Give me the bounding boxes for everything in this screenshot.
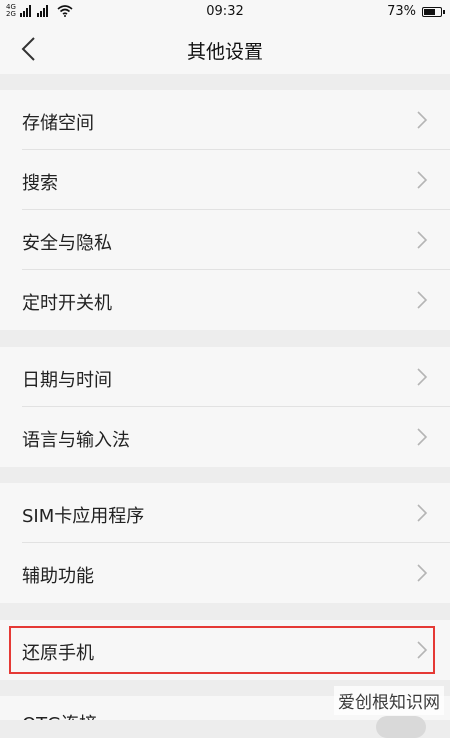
chevron-right-icon: [417, 564, 428, 582]
chevron-right-icon: [417, 504, 428, 522]
setting-label: 存储空间: [22, 113, 94, 134]
setting-label: 语言与输入法: [22, 430, 130, 451]
setting-row-date-time[interactable]: 日期与时间: [0, 347, 450, 407]
settings-group-datetime: 日期与时间 语言与输入法: [0, 347, 450, 467]
setting-row-storage[interactable]: 存储空间: [0, 90, 450, 150]
setting-row-reset-phone[interactable]: 还原手机: [0, 620, 450, 680]
setting-row-search[interactable]: 搜索: [0, 150, 450, 210]
setting-label: 搜索: [22, 173, 58, 194]
settings-group-reset: 还原手机: [0, 620, 450, 680]
settings-group-storage: 存储空间 搜索 安全与隐私 定时开关机: [0, 90, 450, 330]
status-bar: 4G 2G 09:32 73%: [0, 0, 450, 24]
page-title: 其他设置: [186, 41, 263, 63]
setting-label: 安全与隐私: [22, 233, 112, 254]
setting-label: 定时开关机: [22, 293, 112, 314]
otg-toggle[interactable]: [376, 716, 426, 738]
battery-percent: 73%: [387, 4, 416, 19]
chevron-right-icon: [417, 368, 428, 386]
setting-label: SIM卡应用程序: [22, 506, 145, 527]
setting-row-security-privacy[interactable]: 安全与隐私: [0, 210, 450, 270]
status-time: 09:32: [206, 4, 244, 19]
chevron-right-icon: [417, 641, 428, 659]
setting-label: OTG连接: [22, 710, 97, 720]
chevron-right-icon: [417, 231, 428, 249]
battery-status: 73%: [387, 4, 445, 19]
chevron-right-icon: [417, 428, 428, 446]
setting-label: 日期与时间: [22, 370, 112, 391]
watermark: 爱创根知识网: [334, 686, 444, 715]
chevron-right-icon: [417, 171, 428, 189]
setting-label: 还原手机: [22, 643, 94, 664]
setting-row-sim-apps[interactable]: SIM卡应用程序: [0, 483, 450, 543]
setting-row-accessibility[interactable]: 辅助功能: [0, 543, 450, 603]
chevron-right-icon: [417, 111, 428, 129]
setting-label: 辅助功能: [22, 566, 94, 587]
chevron-right-icon: [417, 291, 428, 309]
battery-icon: [422, 6, 445, 17]
setting-row-language-input[interactable]: 语言与输入法: [0, 407, 450, 467]
setting-row-scheduled-power[interactable]: 定时开关机: [0, 270, 450, 330]
navigation-bar: 其他设置: [0, 24, 450, 74]
settings-group-sim: SIM卡应用程序 辅助功能: [0, 483, 450, 603]
